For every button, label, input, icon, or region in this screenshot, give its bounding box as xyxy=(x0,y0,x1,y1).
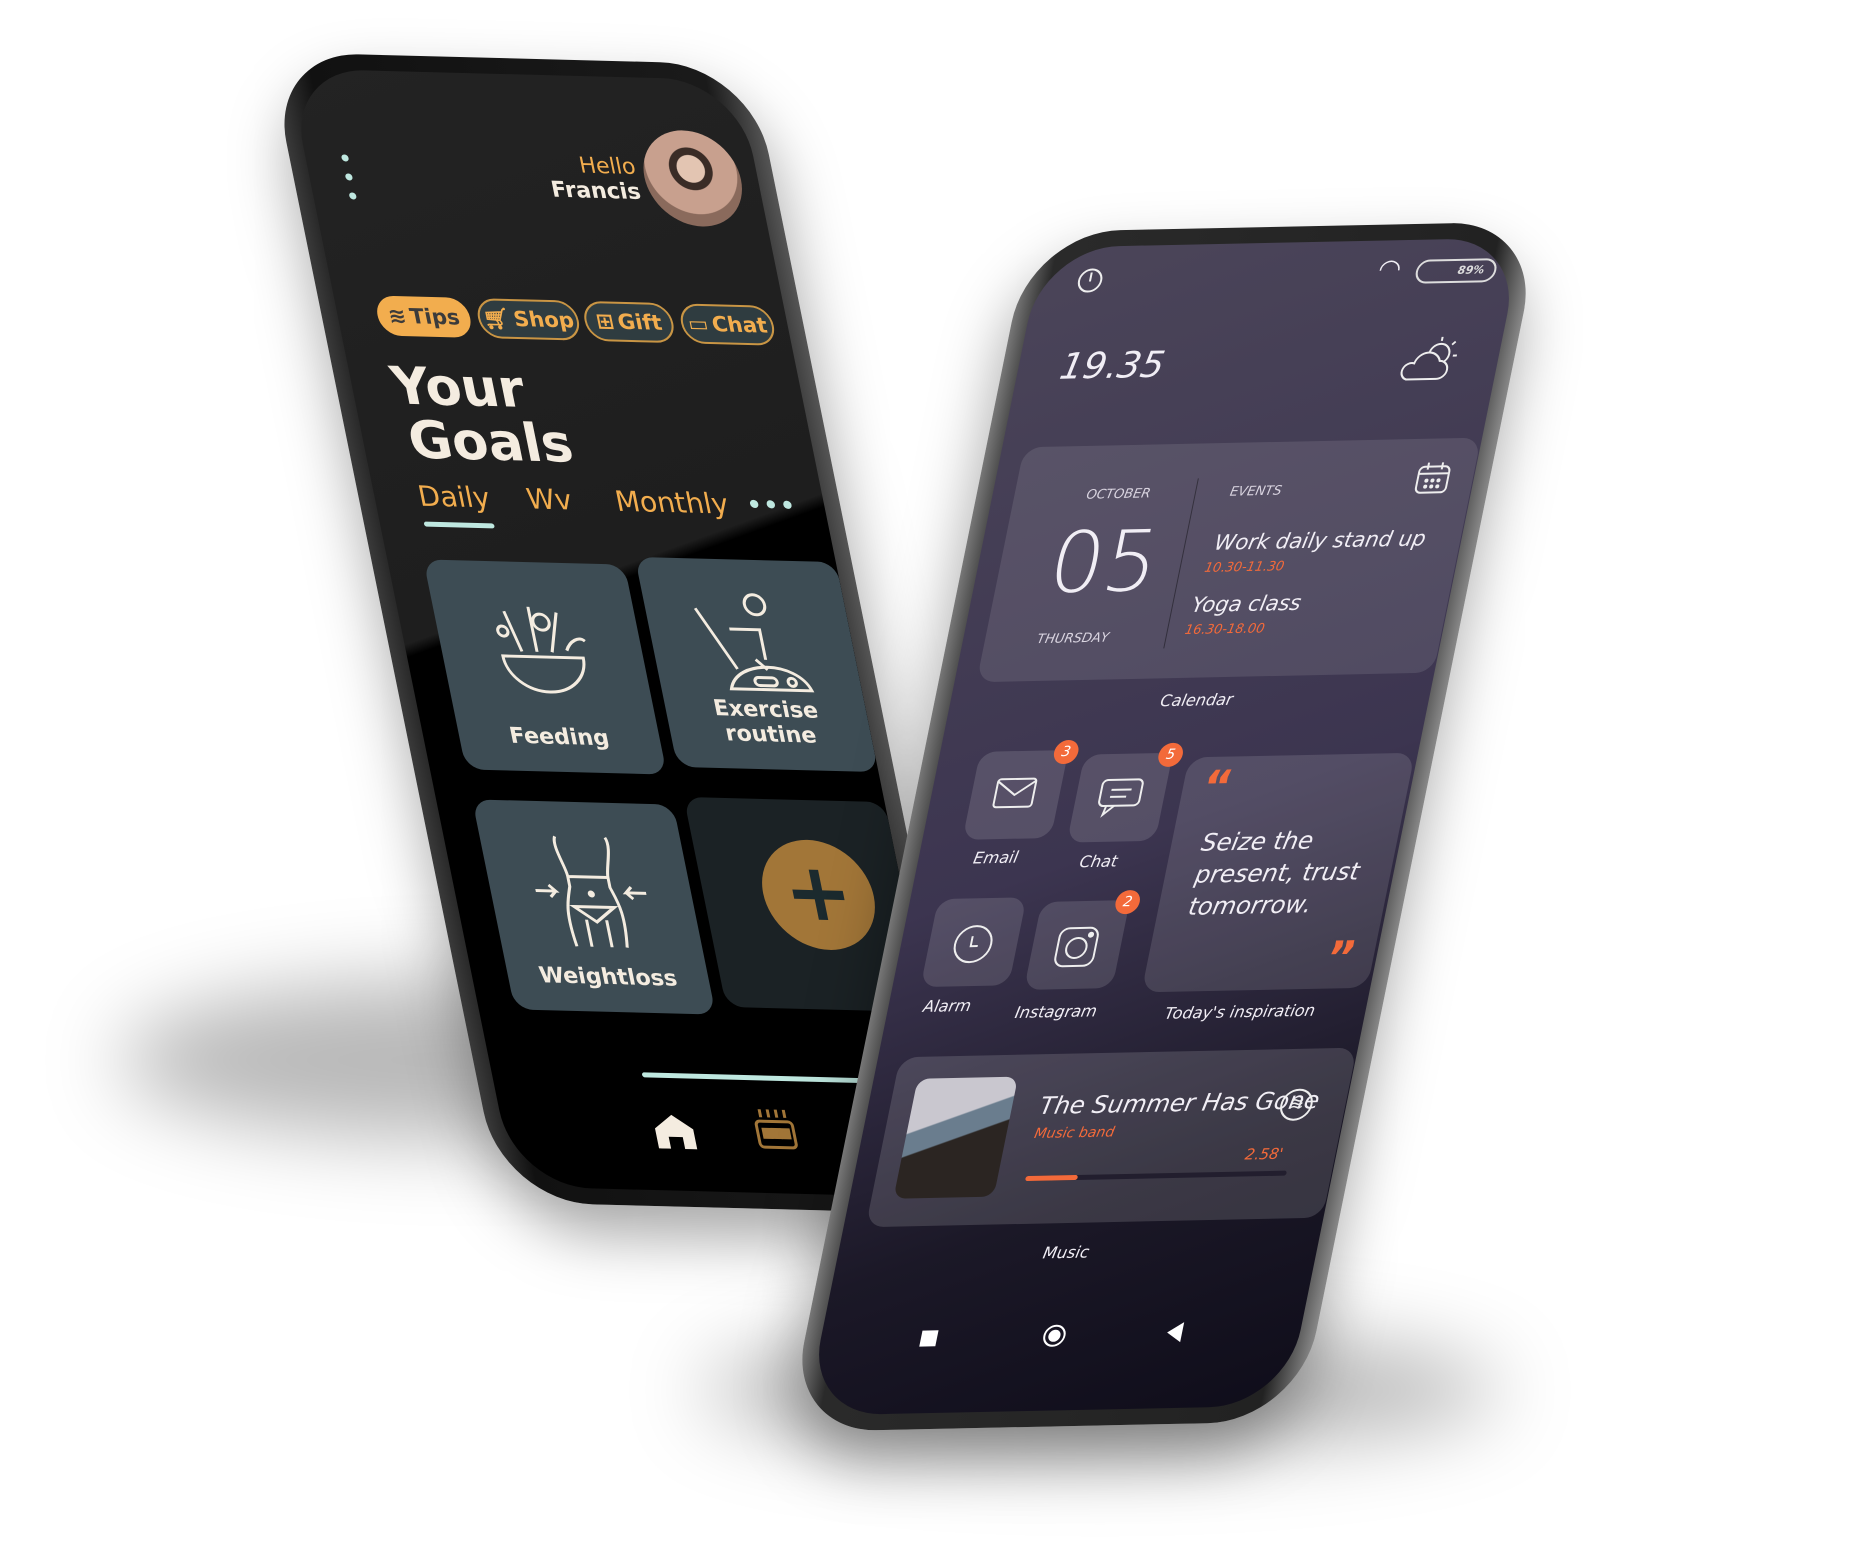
tile-feeding[interactable]: Feeding xyxy=(423,559,668,775)
envelope-icon xyxy=(992,777,1038,809)
track-artist: Music band xyxy=(1032,1124,1116,1143)
chip-shop[interactable]: 🛒︎ Shop xyxy=(474,298,583,341)
tab-monthly[interactable]: Monthly xyxy=(612,485,731,521)
event-time: 10.30-11.30 xyxy=(1203,559,1286,576)
inspiration-caption: Today's inspiration xyxy=(1163,1000,1317,1023)
page-title: Your Goals xyxy=(385,356,579,475)
progress-track[interactable] xyxy=(1024,1170,1288,1182)
power-icon[interactable] xyxy=(1075,268,1105,293)
chip-gift[interactable]: ⊞ Gift xyxy=(580,300,678,344)
event-title: Work daily stand up xyxy=(1212,526,1429,555)
close-quote: ” xyxy=(1321,932,1361,984)
tab-daily[interactable]: Daily xyxy=(415,480,493,515)
waves-icon: ≋ xyxy=(385,303,409,329)
recent-apps-button[interactable] xyxy=(919,1330,939,1347)
inspiration-card[interactable]: “ Seize the present, trust tomorrow. ” xyxy=(1141,752,1416,993)
more-tabs-icon[interactable]: ••• xyxy=(743,488,800,522)
home-icon[interactable] xyxy=(650,1112,700,1150)
album-art xyxy=(893,1076,1019,1199)
track-title: The Summer Has Gone xyxy=(1037,1086,1323,1121)
waist-icon xyxy=(535,835,647,948)
event-title: Yoga class xyxy=(1189,590,1304,618)
home-button[interactable] xyxy=(1041,1324,1068,1348)
event-time: 16.30-18.00 xyxy=(1183,621,1266,639)
calendar-tab-icon[interactable] xyxy=(749,1107,803,1156)
food-bowl-icon xyxy=(496,606,586,694)
calendar-caption: Calendar xyxy=(1158,689,1235,711)
app-email[interactable]: 3 xyxy=(962,739,1081,840)
chat-badge: 5 xyxy=(1156,742,1186,768)
wifi-icon: ◠ xyxy=(1375,254,1405,285)
avatar[interactable] xyxy=(634,129,751,228)
menu-dots-icon[interactable] xyxy=(340,154,360,211)
app-chat[interactable]: 5 xyxy=(1066,742,1186,843)
cart-icon: 🛒︎ xyxy=(480,305,513,331)
weather-cloud-sun-icon xyxy=(1394,333,1465,388)
calendar-day: 05 xyxy=(1040,511,1168,613)
app-alarm[interactable] xyxy=(920,897,1027,988)
email-badge: 3 xyxy=(1051,739,1081,765)
clock-time: 19.35 xyxy=(1056,344,1169,388)
exercise-bike-icon xyxy=(693,593,815,693)
user-name: Francis xyxy=(548,177,644,206)
greeting: Hello xyxy=(576,153,639,181)
music-card[interactable]: The Summer Has Gone Music band ≋ 2.58' xyxy=(865,1047,1358,1228)
instagram-icon xyxy=(1054,926,1099,968)
progress-fill xyxy=(1024,1174,1079,1182)
chat-bubble-icon: ▭ xyxy=(685,311,711,337)
tile-weightloss[interactable]: Weightloss xyxy=(472,799,716,1015)
gift-icon: ⊞ xyxy=(593,309,617,334)
active-tab-indicator xyxy=(423,521,495,529)
chat-icon xyxy=(1098,778,1144,818)
track-duration: 2.58' xyxy=(1243,1144,1285,1164)
plus-icon[interactable]: + xyxy=(752,838,885,952)
chip-chat[interactable]: ▭ Chat xyxy=(677,303,778,346)
back-button[interactable] xyxy=(1165,1322,1185,1343)
chip-tips[interactable]: ≋ Tips xyxy=(373,295,475,338)
tab-weekly[interactable]: Wv xyxy=(524,482,575,516)
quote-text: Seize the present, trust tomorrow. xyxy=(1185,826,1363,921)
calendar-card[interactable]: OCTOBER 05 THURSDAY EVENTS Work daily st… xyxy=(976,437,1482,683)
instagram-badge: 2 xyxy=(1113,889,1143,915)
app-instagram[interactable]: 2 xyxy=(1023,889,1143,990)
tile-exercise-routine[interactable]: Exercise routine xyxy=(634,556,879,773)
open-quote: “ xyxy=(1197,761,1238,814)
clock-icon xyxy=(953,925,993,964)
dashboard-screen: ◠ 89% 19.35 OCTOBER 05 THURSDAY EVENTS W… xyxy=(805,237,1523,1416)
battery-indicator: 89% xyxy=(1413,258,1499,284)
calendar-icon[interactable] xyxy=(1412,460,1454,499)
music-caption: Music xyxy=(1041,1242,1091,1263)
